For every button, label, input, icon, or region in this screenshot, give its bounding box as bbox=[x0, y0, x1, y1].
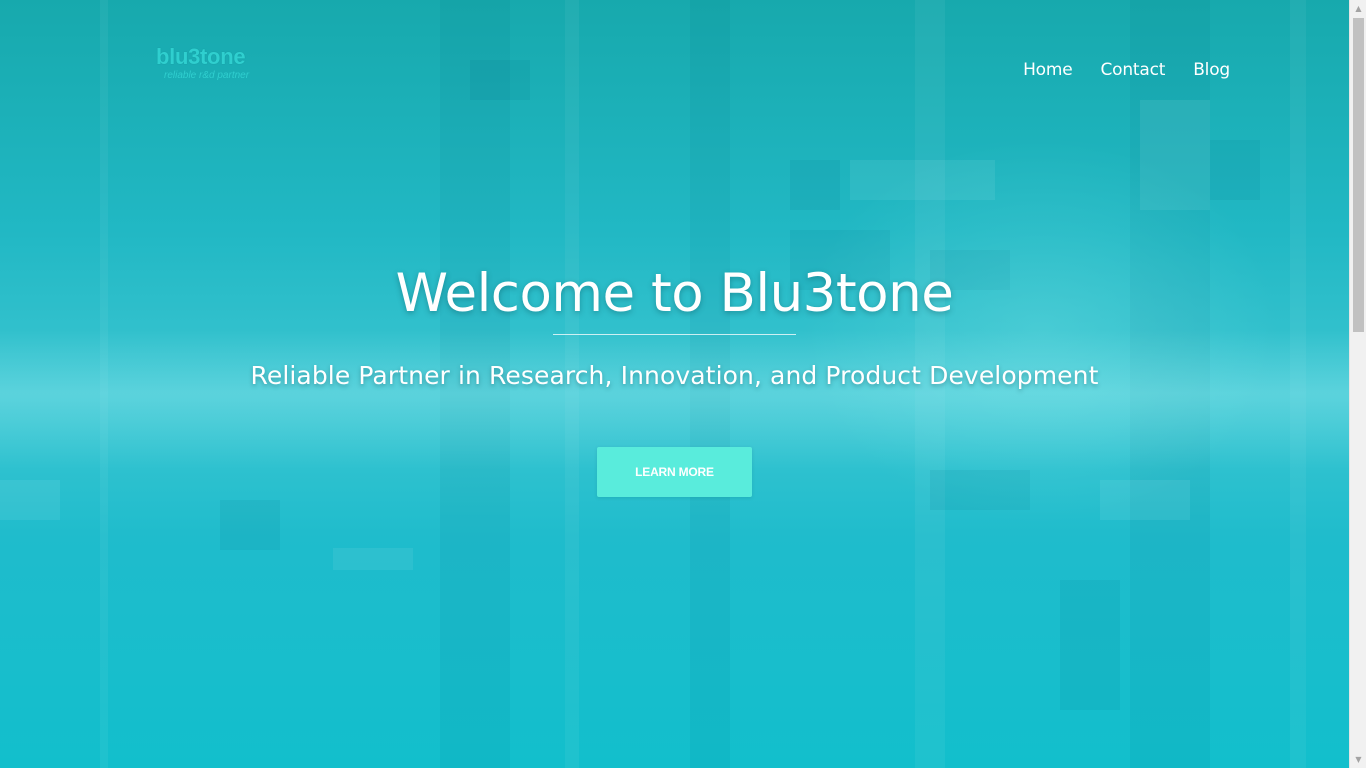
main-nav: Home Contact Blog bbox=[1023, 58, 1230, 82]
nav-link-contact[interactable]: Contact bbox=[1100, 58, 1165, 82]
learn-more-button[interactable]: LEARN MORE bbox=[597, 447, 752, 497]
title-divider bbox=[553, 334, 796, 335]
nav-link-home[interactable]: Home bbox=[1023, 58, 1073, 82]
hero-subtitle: Reliable Partner in Research, Innovation… bbox=[250, 361, 1099, 390]
hero-title: Welcome to Blu3tone bbox=[395, 263, 954, 324]
logo-wordmark: blu3tone bbox=[156, 44, 246, 69]
hero-section: blu3tone reliable r&d partner Home Conta… bbox=[0, 0, 1349, 768]
page-scrollbar[interactable]: ▲ ▼ bbox=[1349, 0, 1366, 768]
scroll-down-icon[interactable]: ▼ bbox=[1350, 751, 1366, 768]
nav-link-blog[interactable]: Blog bbox=[1193, 58, 1230, 82]
site-logo[interactable]: blu3tone reliable r&d partner bbox=[156, 44, 266, 86]
scroll-up-icon[interactable]: ▲ bbox=[1350, 0, 1366, 17]
hero-content: Welcome to Blu3tone Reliable Partner in … bbox=[0, 258, 1349, 497]
logo-tagline: reliable r&d partner bbox=[164, 70, 250, 81]
scrollbar-thumb[interactable] bbox=[1353, 18, 1364, 332]
